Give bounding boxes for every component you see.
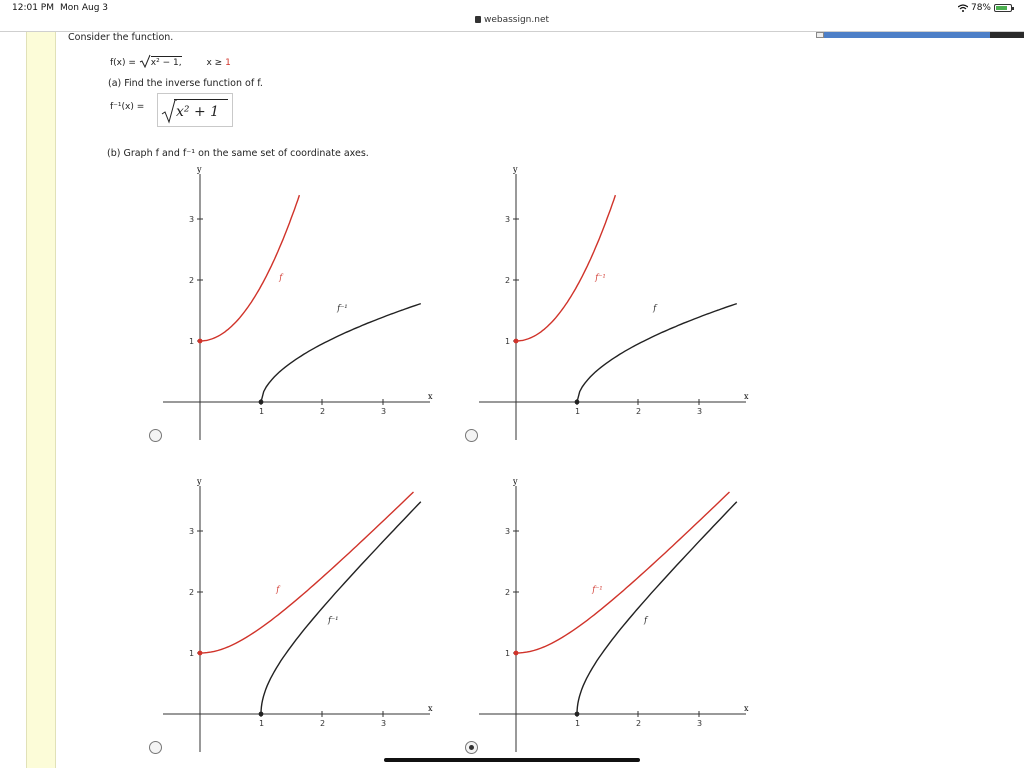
radio-option-1[interactable] [149, 429, 162, 442]
red-curve-endpoint [197, 650, 203, 656]
domain-condition-value: 1 [225, 58, 231, 68]
x-axis-label: x [744, 392, 749, 401]
y-tick-label: 3 [189, 215, 194, 224]
y-axis-label: y [196, 477, 202, 486]
graph-option-1: x y 1 2 3 1 2 3 f f⁻¹ [160, 160, 440, 450]
y-tick-label: 1 [505, 337, 510, 346]
black-curve-label: f [652, 304, 658, 313]
x-tick-label: 2 [320, 719, 325, 728]
y-axis-label: y [512, 165, 518, 174]
y-axis-label: y [196, 165, 202, 174]
graph-svg: x y 1 2 3 1 2 3 f f⁻¹ [163, 165, 433, 440]
red-curve-endpoint [197, 338, 203, 344]
left-panel [26, 32, 56, 768]
x-tick-label: 3 [381, 407, 386, 416]
black-curve-label: f⁻¹ [336, 304, 347, 313]
black-curve [260, 302, 422, 403]
red-curve-label: f [275, 585, 281, 594]
x-tick-label: 1 [259, 407, 264, 416]
url-text: webassign.net [483, 15, 550, 25]
y-tick-label: 1 [189, 649, 194, 658]
red-curve-label: f⁻¹ [594, 273, 605, 282]
x-tick-label: 3 [697, 407, 702, 416]
graph-svg: x y 1 2 3 1 2 3 f f⁻¹ [163, 477, 433, 752]
x-tick-label: 1 [259, 719, 264, 728]
battery-percent: 78% [970, 3, 991, 13]
radio-option-2[interactable] [465, 429, 478, 442]
red-curve [200, 194, 301, 342]
lock-icon [474, 16, 481, 23]
x-tick-label: 3 [381, 719, 386, 728]
url-bar[interactable]: webassign.net [0, 15, 1024, 25]
red-curve [516, 194, 617, 342]
domain-condition: x ≥ [206, 58, 226, 68]
y-tick-label: 2 [505, 588, 510, 597]
y-tick-label: 2 [189, 276, 194, 285]
sqrt-icon [161, 99, 177, 124]
y-tick-label: 1 [505, 649, 510, 658]
status-bar: 12:01 PM Mon Aug 3 webassign.net 78% [0, 0, 1024, 32]
red-curve [515, 491, 730, 654]
status-right: 78% [957, 3, 1014, 13]
x-axis-label: x [744, 704, 749, 713]
y-tick-label: 2 [189, 588, 194, 597]
x-axis-label: x [428, 704, 433, 713]
black-curve-endpoint [258, 399, 264, 405]
x-axis-label: x [428, 392, 433, 401]
black-curve-endpoint [574, 711, 580, 717]
radio-option-4[interactable] [465, 741, 478, 754]
graph-option-4: x y 1 2 3 1 2 3 f⁻¹ f [476, 472, 756, 762]
black-curve [576, 302, 738, 403]
y-tick-label: 3 [505, 527, 510, 536]
inverse-answer-value: x² + 1 [176, 104, 220, 120]
y-axis-label: y [512, 477, 518, 486]
red-curve [199, 491, 414, 654]
red-curve-endpoint [513, 338, 519, 344]
black-curve-endpoint [258, 711, 264, 717]
x-tick-label: 3 [697, 719, 702, 728]
battery-icon [994, 4, 1014, 12]
part-a-prompt: (a) Find the inverse function of f. [108, 78, 263, 89]
scroll-indicator[interactable] [816, 32, 1024, 38]
question-intro: Consider the function. [68, 32, 174, 43]
red-curve-label: f [278, 273, 284, 282]
black-curve [260, 501, 422, 715]
graph-option-2: x y 1 2 3 1 2 3 f⁻¹ f [476, 160, 756, 450]
x-tick-label: 2 [320, 407, 325, 416]
x-tick-label: 1 [575, 719, 580, 728]
x-tick-label: 2 [636, 407, 641, 416]
graph-svg: x y 1 2 3 1 2 3 f⁻¹ f [479, 165, 749, 440]
graph-svg: x y 1 2 3 1 2 3 f⁻¹ f [479, 477, 749, 752]
y-tick-label: 2 [505, 276, 510, 285]
y-tick-label: 1 [189, 337, 194, 346]
sqrt-icon [139, 54, 151, 69]
inverse-answer-input[interactable]: x² + 1 [157, 93, 233, 127]
collapse-icon[interactable] [816, 32, 824, 38]
black-curve-endpoint [574, 399, 580, 405]
x-tick-label: 1 [575, 407, 580, 416]
black-curve-label: f [643, 616, 649, 625]
status-time: 12:01 PM [12, 3, 54, 13]
function-definition: f(x) = x² − 1, x ≥ 1 [110, 54, 231, 69]
part-b-prompt: (b) Graph f and f⁻¹ on the same set of c… [107, 148, 369, 159]
wifi-icon [957, 4, 968, 12]
radio-option-3[interactable] [149, 741, 162, 754]
inverse-label: f⁻¹(x) = [110, 102, 145, 112]
y-tick-label: 3 [189, 527, 194, 536]
black-curve-label: f⁻¹ [327, 616, 338, 625]
x-tick-label: 2 [636, 719, 641, 728]
y-tick-label: 3 [505, 215, 510, 224]
status-date: Mon Aug 3 [60, 3, 108, 13]
red-curve-endpoint [513, 650, 519, 656]
graph-option-3: x y 1 2 3 1 2 3 f f⁻¹ [160, 472, 440, 762]
function-radicand: x² − 1, [150, 56, 182, 68]
function-lhs: f(x) = [110, 58, 136, 68]
red-curve-label: f⁻¹ [591, 585, 602, 594]
black-curve [576, 501, 738, 715]
home-indicator[interactable] [384, 758, 640, 762]
